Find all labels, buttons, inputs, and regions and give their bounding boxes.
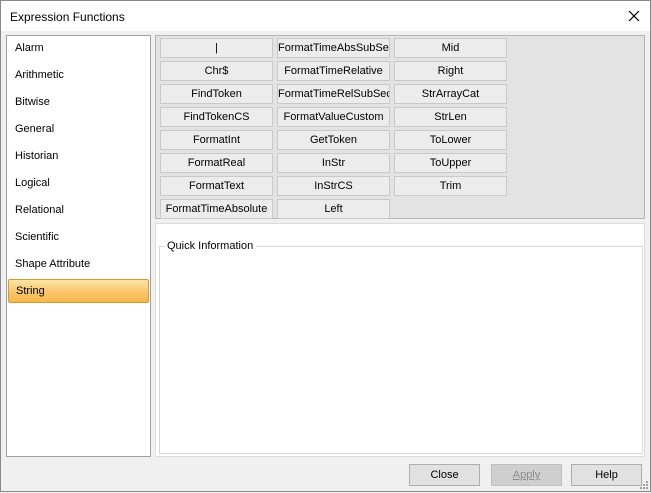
function-button[interactable]: FindTokenCS — [160, 107, 273, 127]
category-item-relational[interactable]: Relational — [8, 198, 149, 222]
function-button[interactable]: Chr$ — [160, 61, 273, 81]
expression-functions-dialog: Expression Functions Alarm Arithmetic Bi… — [0, 0, 651, 492]
category-list: Alarm Arithmetic Bitwise General Histori… — [6, 35, 151, 457]
function-button[interactable]: ToLower — [394, 130, 507, 150]
function-button[interactable]: FormatReal — [160, 153, 273, 173]
function-button[interactable]: FormatInt — [160, 130, 273, 150]
title-bar: Expression Functions — [1, 1, 650, 31]
apply-button[interactable]: Apply — [491, 464, 562, 486]
apply-button-label: Apply — [512, 469, 541, 481]
category-item-bitwise[interactable]: Bitwise — [8, 90, 149, 114]
close-icon[interactable] — [618, 1, 650, 31]
quick-information-box — [159, 246, 643, 454]
function-button[interactable]: FormatText — [160, 176, 273, 196]
function-button[interactable]: InStr — [277, 153, 390, 173]
quick-information-area: Quick Information — [155, 223, 645, 457]
function-button[interactable]: Left — [277, 199, 390, 219]
function-button[interactable]: StrLen — [394, 107, 507, 127]
function-button[interactable]: FormatValueCustom — [277, 107, 390, 127]
function-button[interactable]: GetToken — [277, 130, 390, 150]
close-button[interactable]: Close — [409, 464, 480, 486]
category-item-general[interactable]: General — [8, 117, 149, 141]
function-button[interactable]: Trim — [394, 176, 507, 196]
category-item-historian[interactable]: Historian — [8, 144, 149, 168]
function-button[interactable]: Mid — [394, 38, 507, 58]
category-item-shape-attribute[interactable]: Shape Attribute — [8, 252, 149, 276]
function-button[interactable]: InStrCS — [277, 176, 390, 196]
help-button[interactable]: Help — [571, 464, 642, 486]
category-item-logical[interactable]: Logical — [8, 171, 149, 195]
category-item-scientific[interactable]: Scientific — [8, 225, 149, 249]
function-button[interactable]: FormatTimeAbsolute — [160, 199, 273, 219]
category-item-string[interactable]: String — [8, 279, 149, 303]
function-button[interactable]: | — [160, 38, 273, 58]
function-button[interactable]: Right — [394, 61, 507, 81]
function-button[interactable]: ToUpper — [394, 153, 507, 173]
category-item-arithmetic[interactable]: Arithmetic — [8, 63, 149, 87]
function-button-grid: | Chr$ FindToken FindTokenCS FormatInt F… — [155, 35, 645, 219]
function-button[interactable]: FindToken — [160, 84, 273, 104]
category-item-alarm[interactable]: Alarm — [8, 36, 149, 60]
function-button[interactable]: StrArrayCat — [394, 84, 507, 104]
function-button[interactable]: FormatTimeAbsSubSec — [277, 38, 390, 58]
resize-grip-icon[interactable] — [639, 480, 649, 490]
function-button[interactable]: FormatTimeRelSubSec — [277, 84, 390, 104]
function-button[interactable]: FormatTimeRelative — [277, 61, 390, 81]
window-title: Expression Functions — [10, 10, 125, 24]
quick-information-label: Quick Information — [164, 240, 257, 252]
